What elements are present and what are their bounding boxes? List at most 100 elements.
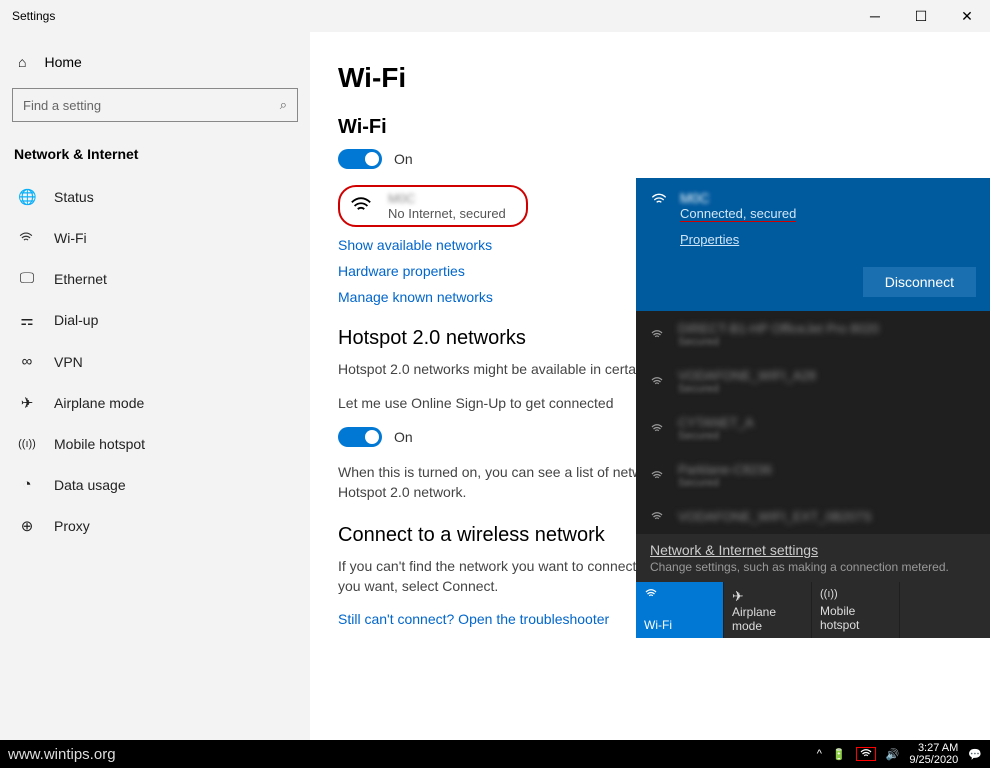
titlebar: Settings ─ ☐ ✕ bbox=[0, 0, 990, 32]
flyout-network-item[interactable]: Parklane-C8236Secured bbox=[636, 452, 990, 499]
sidebar-item-vpn[interactable]: ∞ VPN bbox=[0, 341, 310, 382]
window-title: Settings bbox=[12, 9, 55, 23]
watermark-url: www.wintips.org bbox=[8, 746, 116, 763]
flyout-network-item[interactable]: CYTANET_ASecured bbox=[636, 405, 990, 452]
taskbar: www.wintips.org ^ 🔋 🔊 3:27 AM 9/25/2020 … bbox=[0, 740, 990, 768]
flyout-properties-link[interactable]: Properties bbox=[680, 232, 739, 247]
airplane-icon: ✈ bbox=[732, 588, 803, 605]
network-security: Secured bbox=[678, 383, 816, 395]
tile-hotspot[interactable]: ((ı)) Mobile hotspot bbox=[812, 582, 900, 638]
maximize-button[interactable]: ☐ bbox=[898, 0, 944, 32]
ethernet-icon: 🖵 bbox=[18, 270, 36, 287]
airplane-icon: ✈ bbox=[18, 394, 36, 412]
sidebar-item-label: VPN bbox=[54, 354, 83, 370]
close-button[interactable]: ✕ bbox=[944, 0, 990, 32]
wifi-icon bbox=[650, 511, 666, 523]
wifi-icon bbox=[650, 329, 666, 341]
sidebar-item-label: Proxy bbox=[54, 518, 90, 534]
wifi-icon bbox=[650, 376, 666, 388]
sidebar-category: Network & Internet bbox=[0, 140, 310, 176]
sidebar-home[interactable]: ⌂ Home bbox=[0, 44, 310, 80]
wifi-icon bbox=[644, 588, 715, 600]
flyout-network-item[interactable]: VODAFONE_WIFI_EXT_0B207S bbox=[636, 499, 990, 534]
status-icon: 🌐 bbox=[18, 188, 36, 206]
flyout-status: Connected, secured bbox=[680, 206, 796, 222]
network-security: Secured bbox=[678, 430, 754, 442]
wifi-toggle-state: On bbox=[394, 151, 413, 167]
tile-label: Airplane mode bbox=[732, 605, 803, 633]
minimize-button[interactable]: ─ bbox=[852, 0, 898, 32]
sidebar-item-airplane[interactable]: ✈ Airplane mode bbox=[0, 382, 310, 424]
tile-label: Mobile hotspot bbox=[820, 604, 891, 632]
sidebar: ⌂ Home Find a setting ⌕ Network & Intern… bbox=[0, 32, 310, 740]
network-settings-link[interactable]: Network & Internet settings bbox=[650, 542, 818, 558]
page-title: Wi-Fi bbox=[338, 62, 962, 94]
tray-network-icon[interactable] bbox=[856, 747, 876, 761]
toggle-switch-icon bbox=[338, 427, 382, 447]
network-security: Secured bbox=[678, 336, 879, 348]
network-name: VODAFONE_WIFI_EXT_0B207S bbox=[678, 509, 872, 524]
flyout-connected[interactable]: M0C Connected, secured Properties bbox=[636, 178, 990, 259]
search-placeholder: Find a setting bbox=[23, 98, 101, 113]
sidebar-item-dialup[interactable]: ⚎ Dial-up bbox=[0, 299, 310, 341]
flyout-tiles: Wi-Fi ✈ Airplane mode ((ı)) Mobile hotsp… bbox=[636, 582, 990, 638]
sidebar-item-label: Status bbox=[54, 189, 94, 205]
sidebar-item-label: Ethernet bbox=[54, 271, 107, 287]
tray-volume-icon[interactable]: 🔊 bbox=[886, 748, 900, 761]
network-name: CYTANET_A bbox=[678, 415, 754, 430]
proxy-icon: ⊕ bbox=[18, 517, 36, 535]
search-input[interactable]: Find a setting ⌕ bbox=[12, 88, 298, 122]
sidebar-item-wifi[interactable]: Wi-Fi bbox=[0, 218, 310, 258]
wifi-icon bbox=[650, 192, 668, 247]
sidebar-item-proxy[interactable]: ⊕ Proxy bbox=[0, 505, 310, 547]
sidebar-item-ethernet[interactable]: 🖵 Ethernet bbox=[0, 258, 310, 299]
flyout-ssid: M0C bbox=[680, 190, 796, 206]
sidebar-home-label: Home bbox=[44, 54, 81, 70]
datausage-icon: ◔ bbox=[18, 476, 36, 493]
disconnect-button[interactable]: Disconnect bbox=[863, 267, 976, 297]
sidebar-item-label: Dial-up bbox=[54, 312, 98, 328]
network-ssid: M0C bbox=[388, 191, 506, 206]
sidebar-item-label: Wi-Fi bbox=[54, 230, 87, 246]
network-settings-sub: Change settings, such as making a connec… bbox=[650, 560, 976, 574]
wifi-icon bbox=[348, 195, 374, 217]
tile-airplane[interactable]: ✈ Airplane mode bbox=[724, 582, 812, 638]
flyout-footer: Network & Internet settings Change setti… bbox=[636, 534, 990, 582]
network-name: Parklane-C8236 bbox=[678, 462, 772, 477]
wifi-heading: Wi-Fi bbox=[338, 116, 962, 139]
wifi-icon bbox=[650, 470, 666, 482]
network-status: No Internet, secured bbox=[388, 206, 506, 221]
dialup-icon: ⚎ bbox=[18, 311, 36, 329]
current-network[interactable]: M0C No Internet, secured bbox=[338, 185, 528, 227]
tray-clock[interactable]: 3:27 AM 9/25/2020 bbox=[909, 742, 958, 766]
toggle-switch-icon bbox=[338, 149, 382, 169]
network-name: DIRECT-B1-HP OfficeJet Pro 8020 bbox=[678, 321, 879, 336]
search-icon: ⌕ bbox=[280, 97, 287, 113]
sidebar-item-hotspot[interactable]: ((ı)) Mobile hotspot bbox=[0, 424, 310, 464]
hotspot-icon: ((ı)) bbox=[820, 588, 891, 600]
system-tray: ^ 🔋 🔊 3:27 AM 9/25/2020 💬 bbox=[817, 742, 982, 766]
sidebar-item-label: Data usage bbox=[54, 477, 126, 493]
wifi-icon bbox=[18, 231, 36, 245]
tray-chevron-icon[interactable]: ^ bbox=[817, 748, 822, 760]
network-security: Secured bbox=[678, 477, 772, 489]
flyout-network-item[interactable]: DIRECT-B1-HP OfficeJet Pro 8020Secured bbox=[636, 311, 990, 358]
sidebar-item-datausage[interactable]: ◔ Data usage bbox=[0, 464, 310, 505]
tray-notifications-icon[interactable]: 💬 bbox=[968, 748, 982, 761]
flyout-network-list: DIRECT-B1-HP OfficeJet Pro 8020Secured V… bbox=[636, 311, 990, 534]
sidebar-item-label: Mobile hotspot bbox=[54, 436, 145, 452]
tile-label: Wi-Fi bbox=[644, 618, 715, 632]
wifi-toggle[interactable]: On bbox=[338, 149, 962, 169]
sidebar-item-status[interactable]: 🌐 Status bbox=[0, 176, 310, 218]
wifi-icon bbox=[650, 423, 666, 435]
hotspot-toggle-state: On bbox=[394, 429, 413, 445]
tray-battery-icon[interactable]: 🔋 bbox=[832, 748, 846, 761]
tray-date: 9/25/2020 bbox=[909, 754, 958, 766]
network-flyout: M0C Connected, secured Properties Discon… bbox=[636, 178, 990, 638]
flyout-network-item[interactable]: VODAFONE_WIFI_A28Secured bbox=[636, 358, 990, 405]
tray-time: 3:27 AM bbox=[909, 742, 958, 754]
network-name: VODAFONE_WIFI_A28 bbox=[678, 368, 816, 383]
tile-wifi[interactable]: Wi-Fi bbox=[636, 582, 724, 638]
sidebar-item-label: Airplane mode bbox=[54, 395, 144, 411]
hotspot-icon: ((ı)) bbox=[18, 438, 36, 450]
